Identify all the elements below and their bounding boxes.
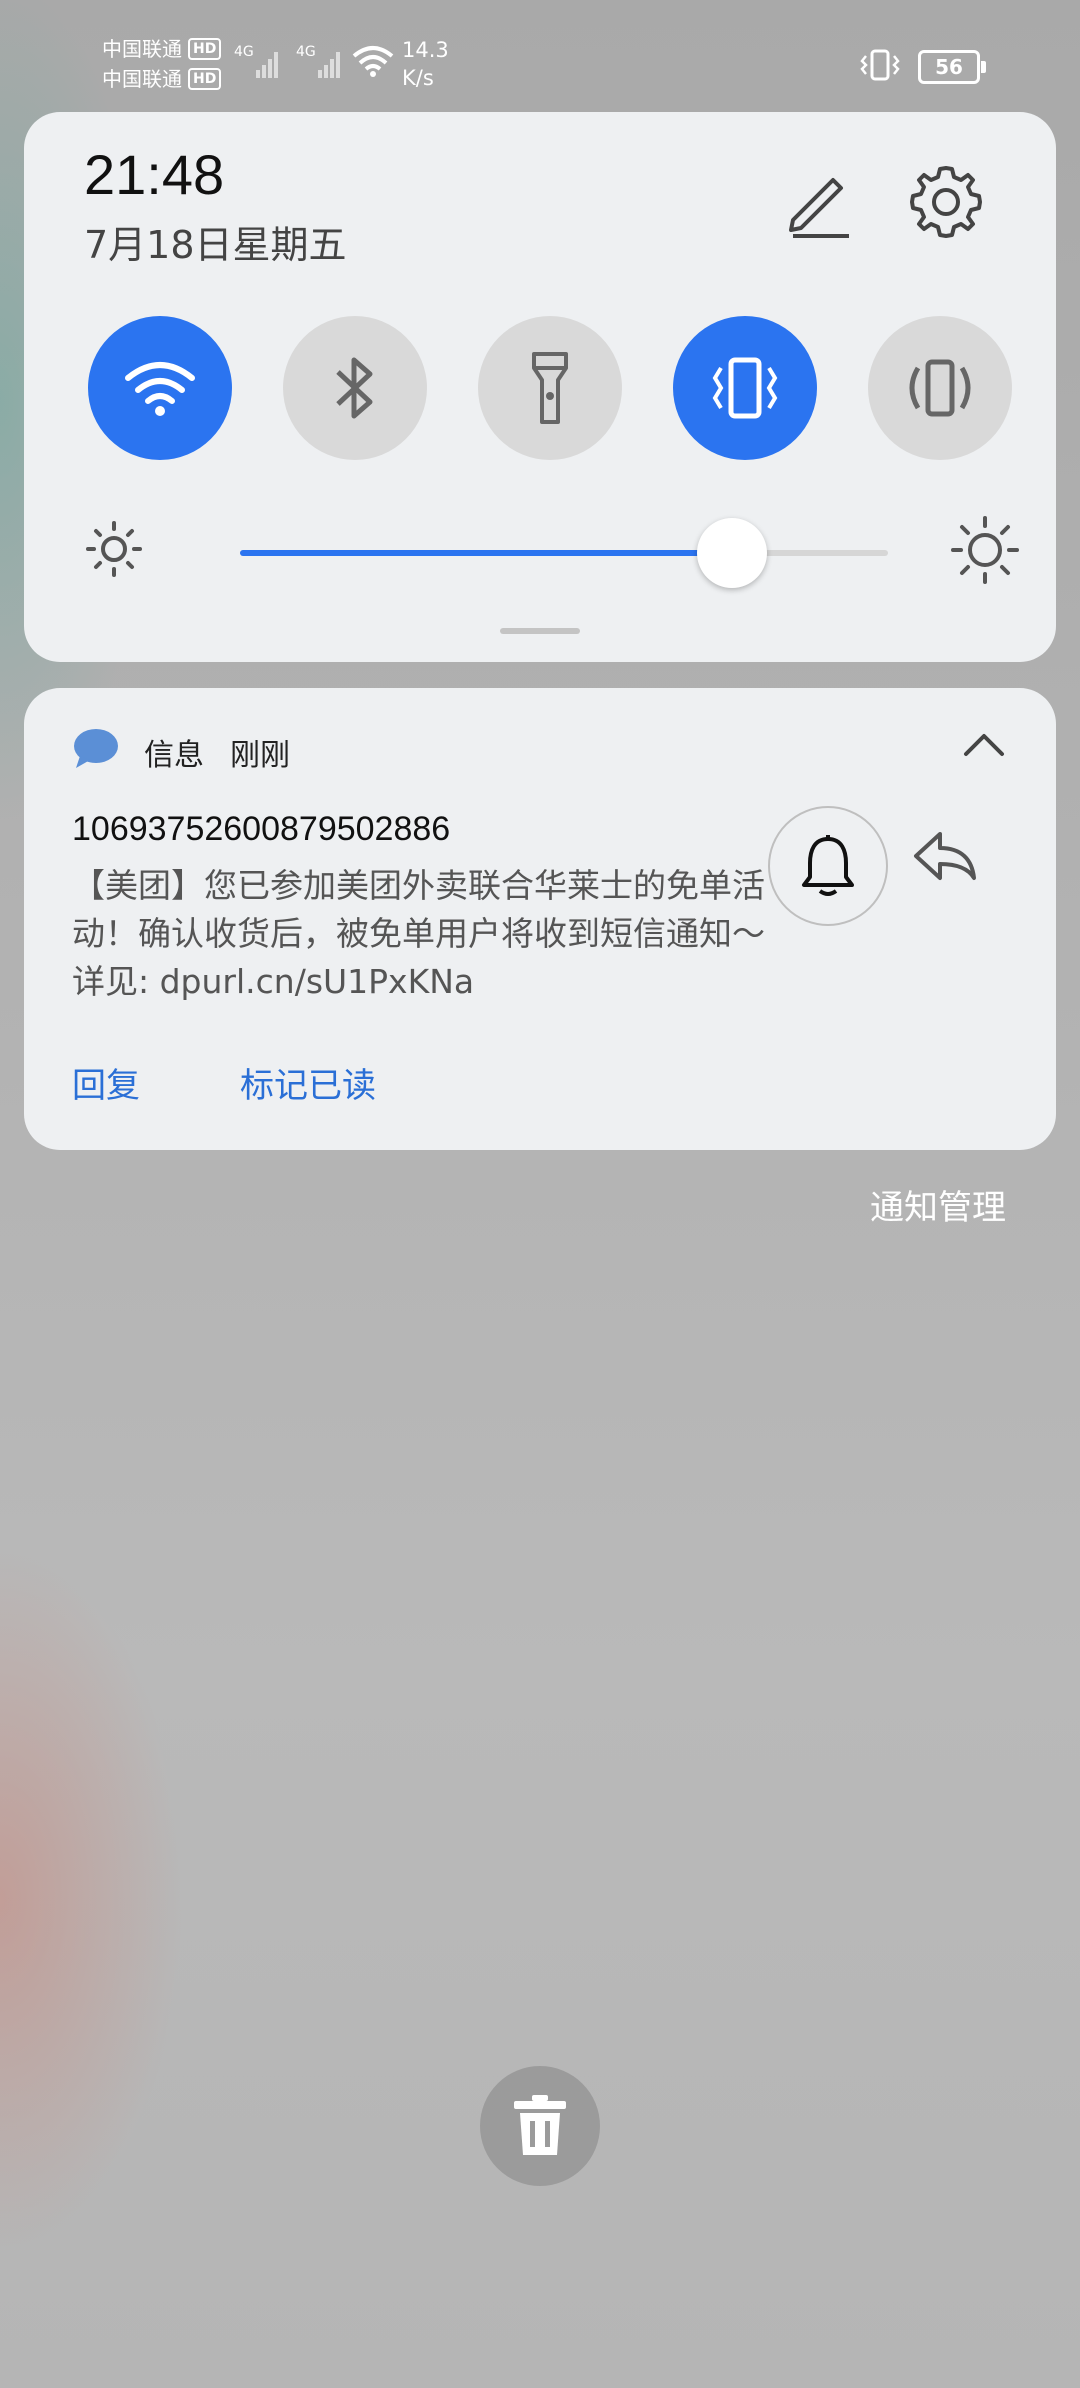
notification-app-name: 信息 xyxy=(144,738,204,773)
carrier-info: 中国联通 HD 中国联通 HD xyxy=(102,34,222,94)
clear-all-button[interactable] xyxy=(480,2066,600,2186)
network-type-2: 4G xyxy=(296,44,316,60)
date-label: 7月18日星期五 xyxy=(84,223,347,267)
settings-button[interactable] xyxy=(904,160,988,244)
manage-notifications-link[interactable]: 通知管理 xyxy=(870,1180,1006,1229)
hd-badge-1: HD xyxy=(188,38,222,60)
notification-body: 【美团】您已参加美团外卖联合华莱士的免单活动！确认收货后，被免单用户将收到短信通… xyxy=(72,866,765,1001)
brightness-thumb[interactable] xyxy=(697,518,768,588)
brightness-low-icon xyxy=(86,521,142,577)
signal-icon: 4G xyxy=(234,40,288,88)
quick-toggles xyxy=(88,316,1012,460)
pencil-icon xyxy=(789,178,849,238)
signal-icon-2: 4G xyxy=(296,40,350,88)
brightness-fill xyxy=(240,550,733,556)
vibrate-icon xyxy=(712,357,778,419)
carrier-2: 中国联通 xyxy=(102,67,182,91)
reply-icon xyxy=(914,832,976,880)
reply-action-button[interactable]: 回复 xyxy=(72,1058,140,1107)
carrier-1: 中国联通 xyxy=(102,37,182,61)
notification-sender: 10693752600879502886 xyxy=(72,810,451,848)
mark-read-button[interactable]: 标记已读 xyxy=(240,1058,376,1107)
chevron-up-icon[interactable] xyxy=(960,728,1008,760)
bluetooth-toggle[interactable] xyxy=(283,316,427,460)
speed-unit: K/s xyxy=(402,66,434,90)
edit-button[interactable] xyxy=(779,162,859,242)
auto-rotate-icon xyxy=(909,359,971,417)
battery-level: 56 xyxy=(935,55,963,79)
notification-time: 刚刚 xyxy=(230,738,290,773)
flashlight-toggle[interactable] xyxy=(478,316,622,460)
battery-icon: 56 xyxy=(918,50,986,84)
flashlight-icon xyxy=(532,352,568,424)
vibrate-status-icon xyxy=(860,48,900,86)
quick-reply-button[interactable] xyxy=(912,828,978,888)
hd-badge-2: HD xyxy=(188,68,222,90)
status-bar: 中国联通 HD 中国联通 HD 4G 4G 14.3 K/s 56 xyxy=(0,0,1080,110)
wifi-status-icon xyxy=(352,44,394,82)
network-speed: 14.3 K/s xyxy=(402,36,449,92)
speed-value: 14.3 xyxy=(402,38,449,62)
auto-rotate-toggle[interactable] xyxy=(868,316,1012,460)
quick-settings-panel: 21:48 7月18日星期五 xyxy=(24,112,1056,662)
bell-icon xyxy=(802,835,854,896)
brightness-high-icon xyxy=(951,516,1019,584)
network-type-1: 4G xyxy=(234,44,254,60)
bluetooth-icon xyxy=(336,357,373,419)
message-app-icon xyxy=(74,729,118,768)
trash-icon xyxy=(514,2095,566,2155)
notification-card[interactable]: 信息 刚刚 10693752600879502886 【美团】您已参加美团外卖联… xyxy=(24,688,1056,1150)
clock-time: 21:48 xyxy=(84,143,225,206)
vibrate-toggle[interactable] xyxy=(673,316,817,460)
brightness-slider[interactable] xyxy=(240,518,888,588)
wifi-icon xyxy=(125,362,195,416)
notification-bell-button[interactable] xyxy=(768,806,888,926)
panel-drag-handle[interactable] xyxy=(500,628,580,634)
brightness-row xyxy=(84,507,1024,597)
wifi-toggle[interactable] xyxy=(88,316,232,460)
gear-icon xyxy=(910,166,982,238)
